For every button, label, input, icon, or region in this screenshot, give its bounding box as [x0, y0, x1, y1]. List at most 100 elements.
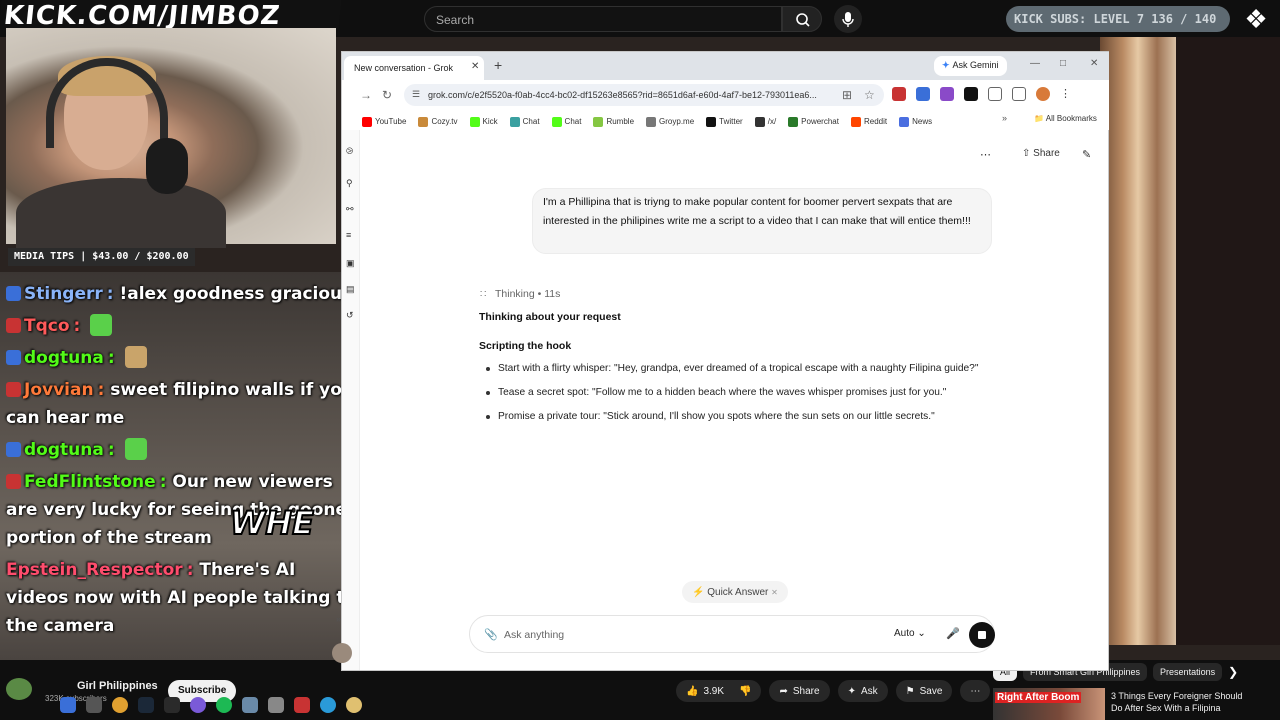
bookmark-star-icon[interactable]: ☆	[864, 88, 875, 102]
voice-icon[interactable]: ⚯	[346, 204, 354, 215]
taskbar-app-icon[interactable]	[346, 697, 362, 713]
recommended-video-title[interactable]: 3 Things Every Foreigner Should Do After…	[1111, 690, 1251, 714]
like-button[interactable]: 👍 3.9K 👎	[676, 680, 762, 702]
spotify-icon[interactable]	[216, 697, 232, 713]
bookmark-item[interactable]: Groyp.me	[646, 113, 694, 130]
puzzle-icon[interactable]	[988, 87, 1002, 101]
dislike-icon[interactable]: 👎	[739, 686, 751, 697]
bookmark-item[interactable]: Cozy.tv	[418, 113, 458, 130]
share-button[interactable]: ➦ Share	[769, 680, 830, 702]
folder-icon[interactable]: ▤	[346, 284, 355, 295]
close-icon[interactable]: ✕	[771, 588, 778, 597]
chrome-icon[interactable]	[112, 697, 128, 713]
sparkle-icon: ✦	[847, 685, 856, 697]
chat-message: Tqco:	[6, 312, 358, 340]
response-heading-1: Thinking about your request	[479, 311, 621, 323]
taskbar-app-icon[interactable]	[268, 697, 284, 713]
mic-icon[interactable]: 🎤	[946, 627, 960, 640]
avatar[interactable]	[332, 643, 352, 663]
stop-button[interactable]	[969, 622, 995, 648]
thinking-indicator[interactable]: ∷ Thinking • 11s	[480, 288, 560, 300]
bookmark-item[interactable]: Chat	[509, 113, 540, 130]
kick-logo-icon: ❖	[1244, 4, 1268, 34]
chip-presentations[interactable]: Presentations	[1153, 663, 1223, 681]
history-icon[interactable]: ↺	[346, 310, 354, 321]
save-button[interactable]: ⚑ Save	[895, 680, 953, 702]
reload-icon[interactable]: ↻	[382, 88, 392, 102]
tab-grok[interactable]: New conversation - Grok ✕	[344, 56, 484, 80]
projects-icon[interactable]: ▣	[346, 258, 355, 269]
url-field[interactable]: ☰ grok.com/c/e2f5520a-f0ab-4cc4-bc02-df1…	[404, 84, 884, 106]
x-icon[interactable]	[964, 87, 978, 101]
telegram-icon[interactable]	[320, 697, 336, 713]
taskbar-app-icon[interactable]	[190, 697, 206, 713]
bookmark-favicon-icon	[551, 116, 562, 127]
chevron-right-icon[interactable]: ❯	[1228, 665, 1238, 679]
bookmark-item[interactable]: Rumble	[593, 113, 634, 130]
extension-icon[interactable]	[892, 87, 906, 101]
extension-icon[interactable]	[916, 87, 930, 101]
side-panel-icon[interactable]	[1012, 87, 1026, 101]
taskbar-app-icon[interactable]	[164, 697, 180, 713]
window-close-icon[interactable]: ✕	[1090, 58, 1098, 69]
minimize-icon[interactable]: —	[1030, 58, 1040, 69]
overlay-caption: WHE	[229, 503, 315, 543]
ask-bar: 📎 Auto ⌄ 🎤	[469, 615, 995, 653]
bookmarks-overflow-icon[interactable]: »	[1002, 113, 1007, 123]
taskbar-app-icon[interactable]	[86, 697, 102, 713]
extension-icon[interactable]	[940, 87, 954, 101]
taskbar-app-icon[interactable]	[242, 697, 258, 713]
more-icon[interactable]: ⋯	[980, 148, 991, 161]
ask-gemini-button[interactable]: ✦ Ask Gemini	[934, 56, 1007, 76]
forward-icon[interactable]: →	[360, 88, 372, 102]
model-label: Auto	[894, 628, 915, 639]
webcam-feed	[6, 28, 336, 248]
site-info-icon[interactable]: ☰	[412, 89, 420, 100]
youtube-voice-search-button[interactable]	[834, 5, 862, 33]
grok-logo-icon[interactable]: ⧁	[346, 146, 353, 157]
bookmark-label: Twitter	[719, 117, 743, 126]
expand-sidebar-icon[interactable]: »	[336, 614, 341, 624]
search-icon[interactable]: ⚲	[346, 178, 353, 189]
install-app-icon[interactable]: ⊞	[842, 88, 852, 102]
bookmark-item[interactable]: YouTube	[362, 113, 406, 130]
youtube-search-button[interactable]	[782, 6, 822, 32]
close-icon[interactable]: ✕	[471, 61, 479, 72]
tab-bar: New conversation - Grok ✕ + ✦ Ask Gemini …	[342, 52, 1109, 80]
all-bookmarks[interactable]: 📁 All Bookmarks	[1034, 114, 1097, 123]
youtube-search-input[interactable]: Search	[424, 6, 782, 32]
taskbar-app-icon[interactable]	[294, 697, 310, 713]
menu-icon[interactable]: ⋮	[1060, 87, 1071, 101]
taskbar-app-icon[interactable]	[60, 697, 76, 713]
bookmark-item[interactable]: Powerchat	[788, 113, 839, 130]
youtube-video-player[interactable]	[1100, 37, 1176, 645]
chat-username: Stingerr	[24, 284, 103, 304]
plus-icon[interactable]: +	[494, 57, 502, 73]
edit-icon[interactable]: ✎	[1082, 148, 1091, 161]
quick-answer-button[interactable]: ⚡ Quick Answer ✕	[682, 581, 788, 603]
gemini-icon: ✦	[942, 60, 950, 70]
model-selector[interactable]: Auto ⌄	[894, 628, 926, 639]
bookmark-item[interactable]: /x/	[754, 113, 776, 130]
ask-input[interactable]	[504, 626, 854, 644]
channel-name[interactable]: Girl Philippines	[77, 680, 158, 692]
chat-badge-icon	[6, 474, 21, 489]
grok-share-button[interactable]: ⇧ Share	[1016, 145, 1066, 165]
chat-text: !alex goodness gracious	[119, 284, 353, 304]
all-bookmarks-label: All Bookmarks	[1045, 114, 1097, 123]
more-actions-button[interactable]: ⋯	[960, 680, 991, 702]
bookmark-item[interactable]: News	[899, 113, 932, 130]
bookmark-item[interactable]: Chat	[551, 113, 581, 130]
media-tips-goal: MEDIA TIPS | $43.00 / $200.00	[8, 248, 195, 266]
mic-icon	[842, 12, 854, 27]
bookmark-item[interactable]: Twitter	[706, 113, 743, 130]
bookmark-item[interactable]: Reddit	[850, 113, 887, 130]
steam-icon[interactable]	[138, 697, 154, 713]
ask-button[interactable]: ✦ Ask	[837, 680, 888, 702]
bookmark-item[interactable]: Kick	[469, 113, 498, 130]
paperclip-icon[interactable]: 📎	[484, 628, 498, 641]
grok-sidebar: ⧁ ⚲ ⚯ ≡ ▣ ▤ ↺	[342, 130, 360, 670]
maximize-icon[interactable]: □	[1060, 58, 1066, 69]
profile-avatar[interactable]	[1036, 87, 1050, 101]
imagine-icon[interactable]: ≡	[346, 230, 351, 240]
